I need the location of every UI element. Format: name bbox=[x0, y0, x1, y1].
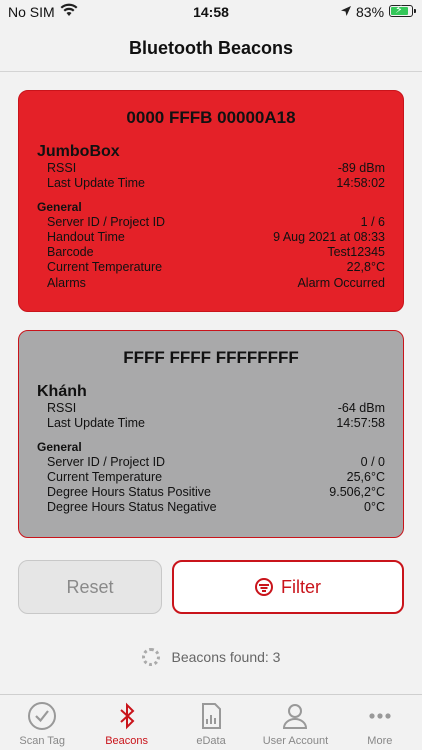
row-value: 9 Aug 2021 at 08:33 bbox=[273, 229, 385, 244]
row-label: Last Update Time bbox=[47, 176, 145, 191]
tab-label: More bbox=[367, 735, 393, 747]
checkmark-circle-icon bbox=[28, 702, 57, 730]
beacon-id: 0000 FFFB 00000A18 bbox=[126, 108, 296, 127]
tab-beacons[interactable]: Beacons bbox=[84, 695, 168, 750]
row-label: RSSI bbox=[47, 401, 77, 415]
section-title: General bbox=[37, 439, 82, 454]
status-bar: No SIM 14:58 83% ⚡ bbox=[0, 0, 422, 26]
reset-button[interactable]: Reset bbox=[18, 560, 162, 614]
row-label: Current Temperature bbox=[47, 469, 163, 484]
page-title: Bluetooth Beacons bbox=[128, 38, 293, 58]
tab-bar: Scan Tag Beacons eData User Account More bbox=[0, 694, 422, 750]
row-value: 22,8°C bbox=[346, 260, 385, 275]
row-value: -64 dBm bbox=[337, 401, 385, 415]
row-value: 14:57:58 bbox=[336, 416, 385, 431]
row-label: Last Update Time bbox=[47, 416, 145, 431]
beacon-card[interactable]: 0000 FFFB 00000A18 JumboBox RSSI -89 dBm … bbox=[18, 90, 404, 312]
bluetooth-icon bbox=[119, 702, 135, 730]
section-title: General bbox=[37, 199, 82, 214]
row-label: Server ID / Project ID bbox=[47, 454, 166, 469]
row-value: 25,6°C bbox=[346, 469, 385, 484]
row-value: 0°C bbox=[364, 500, 385, 515]
row-label: RSSI bbox=[47, 161, 77, 175]
reset-button-label: Reset bbox=[66, 576, 114, 597]
tab-edata[interactable]: eData bbox=[169, 695, 253, 750]
filter-button-label: Filter bbox=[281, 576, 321, 597]
tab-label: eData bbox=[196, 735, 226, 747]
spinner-icon bbox=[141, 648, 160, 666]
row-value: 1 / 6 bbox=[360, 214, 385, 229]
info-row: Last Update Time 14:57:58 bbox=[37, 416, 385, 431]
row-label: Handout Time bbox=[47, 229, 125, 244]
info-row: Alarms Alarm Occurred bbox=[37, 276, 385, 291]
info-row: Server ID / Project ID 0 / 0 bbox=[37, 455, 385, 470]
tab-more[interactable]: More bbox=[338, 695, 422, 750]
beacons-found-label: Beacons found: 3 bbox=[171, 649, 281, 665]
info-row: Current Temperature 22,8°C bbox=[37, 260, 385, 275]
location-arrow-icon bbox=[340, 4, 352, 20]
beacon-name: Khánh bbox=[37, 383, 87, 400]
info-row: Last Update Time 14:58:02 bbox=[37, 176, 385, 191]
info-row: Current Temperature 25,6°C bbox=[37, 470, 385, 485]
person-icon bbox=[283, 704, 308, 729]
filter-button[interactable]: Filter bbox=[172, 560, 404, 614]
row-label: Barcode bbox=[47, 245, 94, 260]
tab-label: Scan Tag bbox=[19, 735, 66, 747]
info-row: Degree Hours Status Negative 0°C bbox=[37, 500, 385, 515]
info-row: Server ID / Project ID 1 / 6 bbox=[37, 215, 385, 230]
beacons-found-status: Beacons found: 3 bbox=[0, 648, 422, 666]
beacon-name: JumboBox bbox=[37, 143, 120, 160]
row-label: Current Temperature bbox=[47, 260, 163, 275]
tab-label: Beacons bbox=[105, 735, 149, 747]
info-row: Handout Time 9 Aug 2021 at 08:33 bbox=[37, 230, 385, 245]
info-row: RSSI -89 dBm bbox=[37, 161, 385, 176]
battery-percent: 83% bbox=[356, 4, 385, 20]
row-label: Alarms bbox=[47, 275, 86, 290]
tab-label: User Account bbox=[262, 735, 329, 747]
tab-user-account[interactable]: User Account bbox=[253, 695, 337, 750]
row-value: 0 / 0 bbox=[360, 454, 385, 469]
row-value: 14:58:02 bbox=[336, 176, 385, 191]
info-row: RSSI -64 dBm bbox=[37, 401, 385, 416]
row-value: Alarm Occurred bbox=[297, 275, 385, 290]
row-value: -89 dBm bbox=[337, 161, 385, 175]
document-chart-icon bbox=[202, 703, 222, 729]
beacon-id: FFFF FFFF FFFFFFFF bbox=[123, 348, 299, 367]
info-row: Barcode Test12345 bbox=[37, 245, 385, 260]
tab-scan-tag[interactable]: Scan Tag bbox=[0, 695, 84, 750]
info-row: Degree Hours Status Positive 9.506,2°C bbox=[37, 485, 385, 500]
battery-icon: ⚡ bbox=[389, 4, 416, 17]
row-value: Test12345 bbox=[327, 245, 385, 260]
row-label: Degree Hours Status Negative bbox=[47, 500, 217, 515]
nav-bar: Bluetooth Beacons bbox=[0, 26, 422, 72]
filter-icon bbox=[255, 578, 273, 596]
ellipsis-icon bbox=[369, 713, 391, 719]
beacon-card[interactable]: FFFF FFFF FFFFFFFF Khánh RSSI -64 dBm Las… bbox=[18, 330, 404, 538]
row-label: Server ID / Project ID bbox=[47, 214, 166, 229]
row-label: Degree Hours Status Positive bbox=[47, 485, 211, 500]
row-value: 9.506,2°C bbox=[329, 485, 385, 500]
